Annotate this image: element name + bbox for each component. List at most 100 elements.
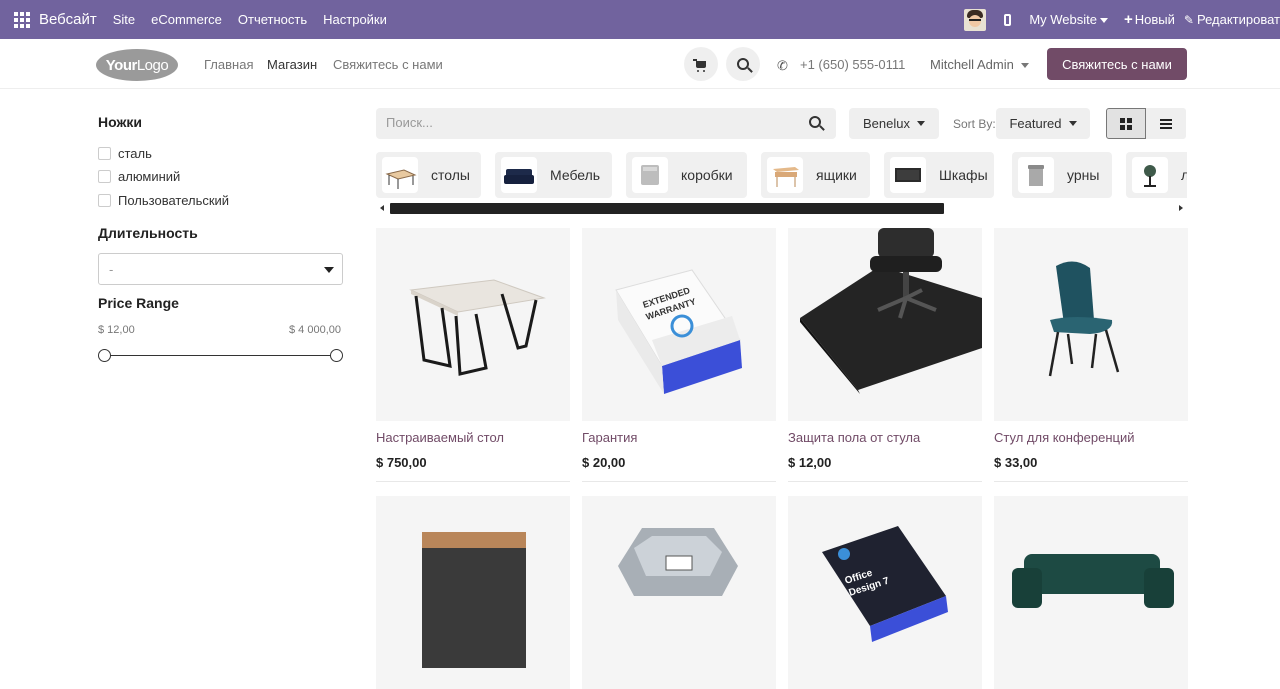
admin-menu-site[interactable]: Site [113,12,135,27]
category-drawers[interactable]: ящики [761,152,870,198]
category-tables[interactable]: столы [376,152,481,198]
filter-option-label: Пользовательский [118,193,230,208]
header-search-button[interactable] [726,47,760,81]
category-label: столы [431,167,470,183]
search-icon[interactable] [809,116,821,128]
admin-brand[interactable]: Вебсайт [39,11,97,28]
price-range-max-handle[interactable] [330,349,343,362]
category-label: Шкафы [939,167,988,183]
product-name[interactable]: Гарантия [582,430,637,445]
category-label: ящики [816,167,857,183]
category-lamps[interactable]: л [1126,152,1187,198]
apps-grid-icon[interactable] [14,11,30,28]
product-name[interactable]: Защита пола от стула [788,430,920,445]
product-image-office-design[interactable]: Office Design 7 [788,496,982,689]
edit-button[interactable]: ✎ Редактироват [1184,12,1280,27]
category-boxes[interactable]: коробки [626,152,747,198]
product-price: $ 20,00 [582,455,626,470]
nav-contact[interactable]: Свяжитесь с нами [333,57,443,72]
chevron-down-icon [1020,63,1029,69]
product-name[interactable]: Настраиваемый стол [376,430,504,445]
category-cabinets[interactable]: Шкафы [884,152,994,198]
product-price: $ 12,00 [788,455,832,470]
filter-option-aluminium[interactable]: алюминий [98,169,180,184]
checkbox[interactable] [98,194,111,207]
product-card[interactable]: Защита пола от стула $ 12,00 [788,228,982,482]
user-menu[interactable]: Mitchell Admin [930,57,1029,72]
duration-select[interactable]: - [98,253,343,285]
admin-menu-settings[interactable]: Настройки [323,12,387,27]
list-view-icon [1160,118,1172,129]
nav-home[interactable]: Главная [204,57,253,72]
drawer-thumbnail-icon [767,157,803,193]
box-thumbnail-icon [632,157,668,193]
product-card[interactable]: EXTENDED WARRANTY Гарантия $ 20,00 [582,228,776,482]
category-strip: столы Мебель коробки ящики Шкафы урны л [376,152,1187,198]
filter-legs-title: Ножки [98,114,143,130]
product-price: $ 750,00 [376,455,427,470]
product-card[interactable] [582,496,776,689]
product-card[interactable]: Office Design 7 [788,496,982,689]
table-thumbnail-icon [382,157,418,193]
filter-option-label: сталь [118,146,152,161]
category-scrollbar[interactable] [376,203,1187,214]
card-divider [994,481,1188,482]
sort-dropdown[interactable]: Featured [996,108,1090,139]
mobile-preview-icon[interactable] [1004,13,1012,26]
contact-us-button[interactable]: Свяжитесь с нами [1047,48,1187,80]
card-divider [376,481,570,482]
category-label: л [1181,167,1187,183]
site-logo[interactable]: Your Logo [96,49,178,81]
nav-shop[interactable]: Магазин [267,57,317,72]
filter-duration-title: Длительность [98,225,198,241]
new-label: Новый [1134,12,1175,27]
product-image-warranty[interactable]: EXTENDED WARRANTY [582,228,776,421]
logo-text: Logo [136,56,169,74]
price-range-track [104,355,337,356]
checkbox[interactable] [98,147,111,160]
price-range-min-handle[interactable] [98,349,111,362]
admin-menu-ecommerce[interactable]: eCommerce [151,12,222,27]
product-image-drawer-block[interactable] [376,496,570,689]
price-min: $ 12,00 [98,324,135,336]
caret-down-icon [324,267,334,273]
product-image-table[interactable] [376,228,570,421]
product-image-floor-protector[interactable] [788,228,982,421]
my-website-dropdown[interactable]: My Website [1029,12,1108,27]
product-name[interactable]: Стул для конференций [994,430,1135,445]
edit-label: Редактироват [1196,12,1280,27]
lamp-thumbnail-icon [1132,157,1168,193]
pricelist-dropdown[interactable]: Benelux [849,108,939,139]
checkbox[interactable] [98,170,111,183]
product-card[interactable]: Настраиваемый стол $ 750,00 [376,228,570,482]
pricelist-value: Benelux [863,116,910,131]
new-button[interactable]: + Новый [1124,11,1175,28]
filter-option-steel[interactable]: сталь [98,146,152,161]
user-avatar[interactable] [964,8,987,31]
category-label: урны [1067,167,1100,183]
list-view-button[interactable] [1146,108,1186,139]
product-card[interactable]: Стул для конференций $ 33,00 [994,228,1188,482]
product-card[interactable] [376,496,570,689]
card-divider [788,481,982,482]
product-card[interactable] [994,496,1188,689]
phone-icon: ✆ [777,58,788,73]
cabinet-thumbnail-icon [890,157,926,193]
scroll-left-icon[interactable] [380,205,384,211]
category-bins[interactable]: урны [1012,152,1112,198]
grid-view-button[interactable] [1106,108,1146,139]
filter-price-title: Price Range [98,295,179,311]
product-image-conference-chair[interactable] [994,228,1188,421]
category-furniture[interactable]: Мебель [495,152,612,198]
product-image-green-sofa[interactable] [994,496,1188,689]
scroll-right-icon[interactable] [1179,205,1183,211]
product-price: $ 33,00 [994,455,1038,470]
product-image-bin[interactable] [582,496,776,689]
category-label: коробки [681,167,733,183]
cart-button[interactable] [684,47,718,81]
scrollbar-thumb[interactable] [390,203,944,214]
filter-option-custom[interactable]: Пользовательский [98,193,229,208]
product-search-input[interactable] [386,115,786,130]
phone-number[interactable]: +1 (650) 555-0111 [800,57,905,72]
admin-menu-reporting[interactable]: Отчетность [238,12,307,27]
